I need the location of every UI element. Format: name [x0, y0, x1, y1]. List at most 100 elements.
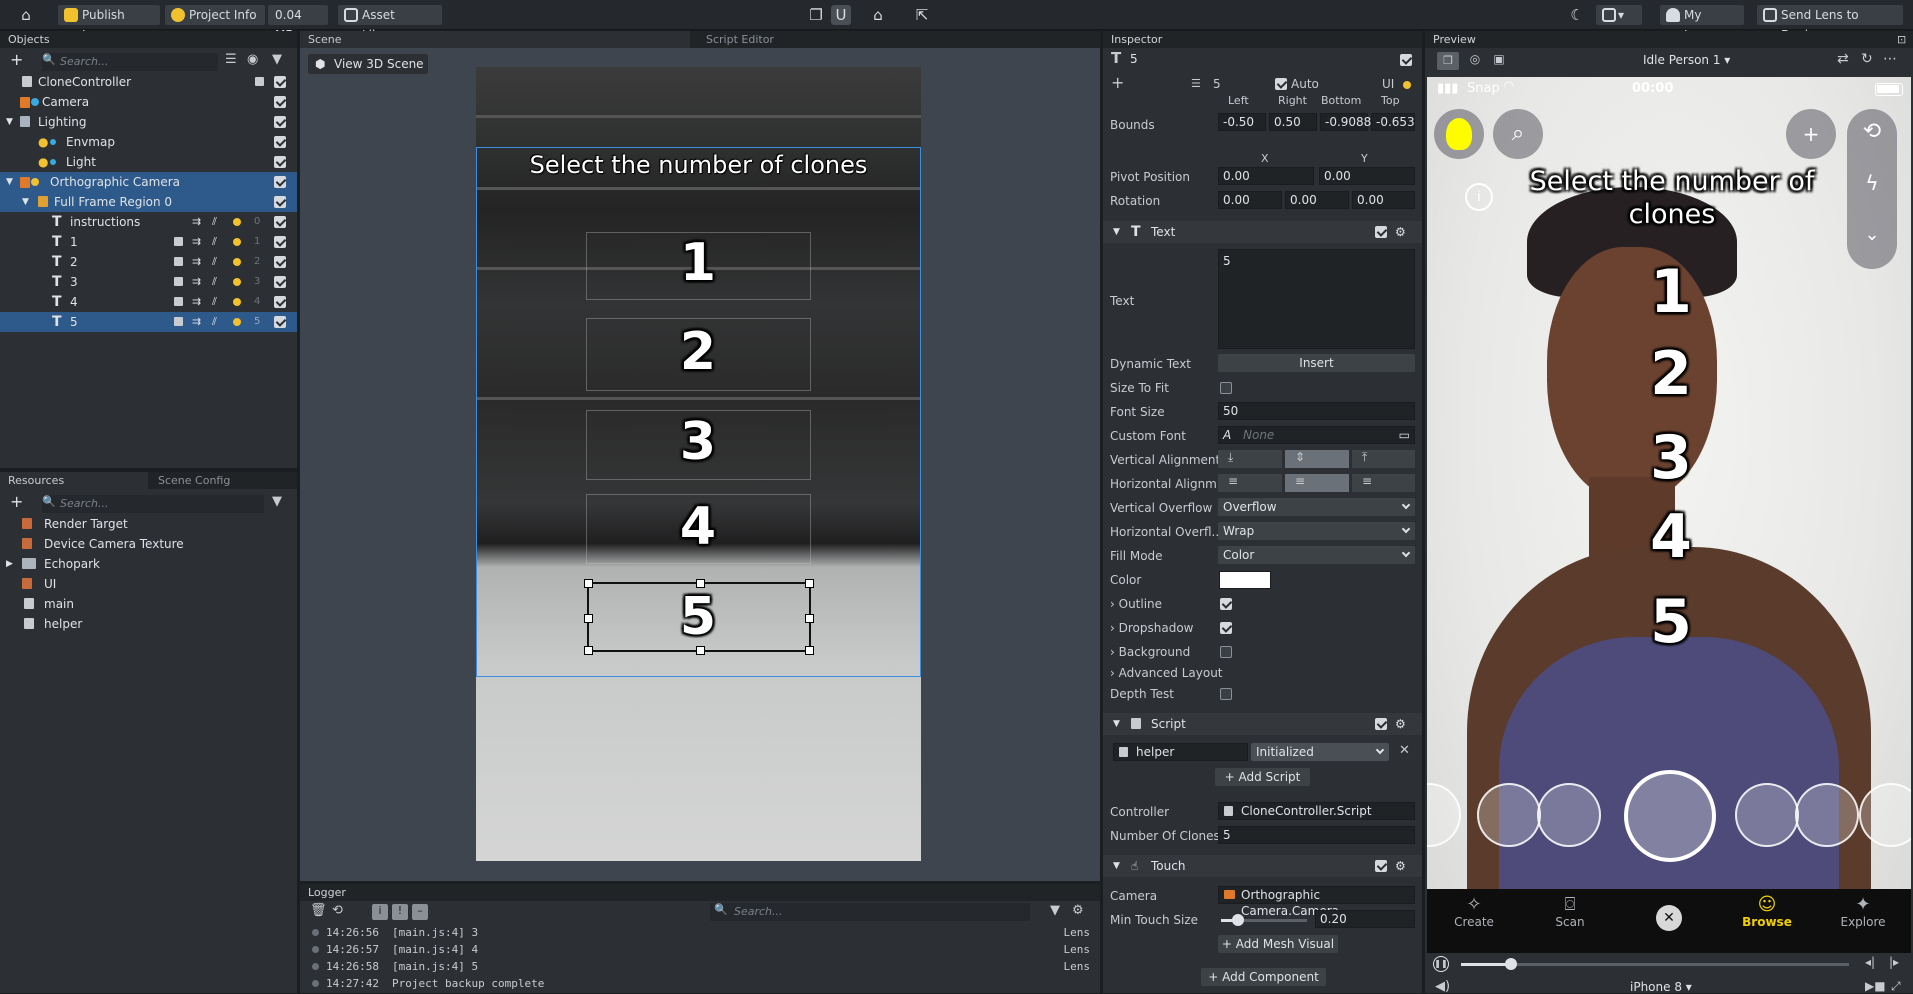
- logger-search-input[interactable]: 🔍 Search...: [710, 903, 1030, 921]
- close-icon[interactable]: ✕: [1399, 743, 1410, 758]
- enabled-checkbox[interactable]: [274, 196, 286, 208]
- step-back-icon[interactable]: ◂|: [1865, 955, 1875, 969]
- text-enabled-checkbox[interactable]: [1375, 226, 1387, 238]
- insert-button[interactable]: Insert: [1218, 354, 1415, 372]
- chevron-down-icon[interactable]: ⌄: [1847, 224, 1897, 245]
- touch-component-header[interactable]: ▼ ☝ Touch ⚙: [1103, 855, 1422, 877]
- script-enabled-checkbox[interactable]: [1375, 718, 1387, 730]
- lens-carousel-item[interactable]: [1735, 783, 1799, 847]
- tree-item-light[interactable]: ● Light: [0, 152, 297, 172]
- info-filter-icon[interactable]: i: [372, 904, 388, 920]
- tab-resources[interactable]: Resources: [0, 472, 148, 489]
- preview-number-1[interactable]: 1: [1611, 257, 1731, 327]
- tree-item-2[interactable]: T 2 ⇉ ⫽ 2: [0, 252, 297, 272]
- preview-number-5[interactable]: 5: [1611, 587, 1731, 657]
- text-component-header[interactable]: ▼ T Text ⚙: [1103, 221, 1422, 243]
- halign-center-button[interactable]: ≡: [1285, 474, 1349, 492]
- resource-item-helper[interactable]: helper: [0, 614, 297, 634]
- resource-item-main[interactable]: main: [0, 594, 297, 614]
- scene-number-4[interactable]: 4: [648, 497, 748, 557]
- enabled-checkbox[interactable]: [274, 216, 286, 228]
- preview-mode-icon[interactable]: ❐: [1437, 52, 1459, 70]
- scene-number-1[interactable]: 1: [648, 233, 748, 293]
- script-asset-field[interactable]: helper: [1113, 743, 1248, 761]
- sync-icon[interactable]: ⇄: [1837, 51, 1849, 67]
- info-icon[interactable]: i: [1465, 183, 1493, 211]
- send-lens-button[interactable]: Send Lens to Device: [1757, 5, 1903, 42]
- min-touch-size-field[interactable]: 0.20: [1315, 910, 1415, 928]
- tree-item-3[interactable]: T 3 ⇉ ⫽ 3: [0, 272, 297, 292]
- bounds-top-field[interactable]: -0.6538: [1371, 113, 1415, 131]
- bitmoji-button[interactable]: [1434, 109, 1484, 159]
- enabled-checkbox[interactable]: [274, 256, 286, 268]
- gear-icon[interactable]: ⚙: [1072, 903, 1084, 918]
- touch-enabled-checkbox[interactable]: [1375, 860, 1387, 872]
- dropshadow-checkbox[interactable]: [1220, 622, 1232, 634]
- lens-carousel-item[interactable]: [1537, 783, 1601, 847]
- search-button[interactable]: ⌕: [1493, 109, 1543, 159]
- enabled-checkbox[interactable]: [274, 316, 286, 328]
- horizontal-overflow-select[interactable]: Wrap: [1218, 522, 1415, 540]
- camera-field[interactable]: Orthographic Camera.Camera: [1218, 886, 1415, 918]
- error-filter-icon[interactable]: –: [412, 904, 428, 920]
- resources-search-input[interactable]: 🔍 Search...: [42, 495, 264, 513]
- publish-lens-button[interactable]: Publish Lens: [58, 5, 160, 42]
- slider-thumb[interactable]: [1232, 914, 1244, 926]
- add-object-icon[interactable]: +: [10, 50, 23, 69]
- filter-icon[interactable]: ▼: [272, 52, 282, 67]
- view-3d-scene-button[interactable]: ⬢ View 3D Scene: [308, 54, 428, 74]
- object-name[interactable]: 5: [1130, 52, 1138, 66]
- resize-handle[interactable]: [584, 579, 593, 588]
- trash-icon[interactable]: 🗑: [310, 903, 327, 918]
- object-enabled-checkbox[interactable]: [1400, 54, 1412, 66]
- resource-item-ui[interactable]: UI: [0, 574, 297, 594]
- resize-handle[interactable]: [584, 614, 593, 623]
- tab-script-editor[interactable]: Script Editor: [700, 31, 1090, 48]
- rotation-x-field[interactable]: 0.00: [1218, 191, 1282, 209]
- snap-icon[interactable]: U: [831, 5, 851, 25]
- enabled-checkbox[interactable]: [274, 156, 286, 168]
- bounds-bottom-field[interactable]: -0.9088: [1320, 113, 1371, 131]
- number-of-clones-field[interactable]: 5: [1218, 826, 1415, 844]
- gear-icon[interactable]: ⚙: [1395, 855, 1406, 877]
- preview-person-select[interactable]: Idle Person 1 ▾: [1643, 53, 1730, 67]
- nav-browse[interactable]: ☺ Browse: [1737, 894, 1797, 929]
- layer-value[interactable]: 5: [1213, 77, 1221, 91]
- resize-handle[interactable]: [696, 646, 705, 655]
- pivot-x-field[interactable]: 0.00: [1218, 167, 1314, 185]
- outline-checkbox[interactable]: [1220, 598, 1232, 610]
- min-touch-slider[interactable]: [1221, 914, 1307, 926]
- step-forward-icon[interactable]: |▸: [1889, 955, 1899, 969]
- advanced-layout-row[interactable]: › Advanced Layout: [1110, 666, 1223, 680]
- gear-icon[interactable]: ⚙: [1395, 713, 1406, 735]
- preview-number-2[interactable]: 2: [1611, 339, 1731, 409]
- flash-off-icon[interactable]: ϟ: [1847, 171, 1897, 195]
- add-component-button[interactable]: + Add Component: [1201, 968, 1326, 986]
- add-icon[interactable]: +: [1111, 73, 1124, 92]
- multi-window-icon[interactable]: ❐: [806, 5, 826, 25]
- tree-item-4[interactable]: T 4 ⇉ ⫽ 4: [0, 292, 297, 312]
- home-icon[interactable]: ⌂: [16, 5, 36, 25]
- depth-test-checkbox[interactable]: [1220, 688, 1232, 700]
- tree-item-1[interactable]: T 1 ⇉ ⫽ 1: [0, 232, 297, 252]
- snapcode-icon[interactable]: ◎: [1465, 52, 1485, 70]
- reset-icon[interactable]: ↻: [1861, 51, 1873, 67]
- add-mesh-visual-button[interactable]: + Add Mesh Visual: [1218, 935, 1338, 953]
- close-lens-button[interactable]: ✕: [1656, 905, 1682, 931]
- dropshadow-row[interactable]: › Dropshadow: [1110, 621, 1193, 635]
- fullscreen-icon[interactable]: ⤢: [1891, 979, 1901, 994]
- tree-item-lighting[interactable]: ▼ Lighting: [0, 112, 297, 132]
- resize-handle[interactable]: [696, 579, 705, 588]
- lens-carousel-item[interactable]: [1477, 783, 1541, 847]
- tree-item-envmap[interactable]: ● Envmap: [0, 132, 297, 152]
- tree-item-5[interactable]: T 5 ⇉ ⫽ 5: [0, 312, 297, 332]
- scene-number-3[interactable]: 3: [648, 412, 748, 472]
- resource-item-render-target[interactable]: Render Target: [0, 514, 297, 534]
- tree-item-full-frame-region[interactable]: ▼ Full Frame Region 0: [0, 192, 297, 212]
- script-component-header[interactable]: ▼ Script ⚙: [1103, 713, 1422, 735]
- more-icon[interactable]: ⋯: [1883, 51, 1897, 67]
- volume-icon[interactable]: ◀): [1435, 979, 1450, 994]
- halign-left-button[interactable]: ≡: [1218, 474, 1282, 492]
- preview-number-4[interactable]: 4: [1611, 502, 1731, 572]
- add-friend-button[interactable]: +: [1786, 109, 1836, 159]
